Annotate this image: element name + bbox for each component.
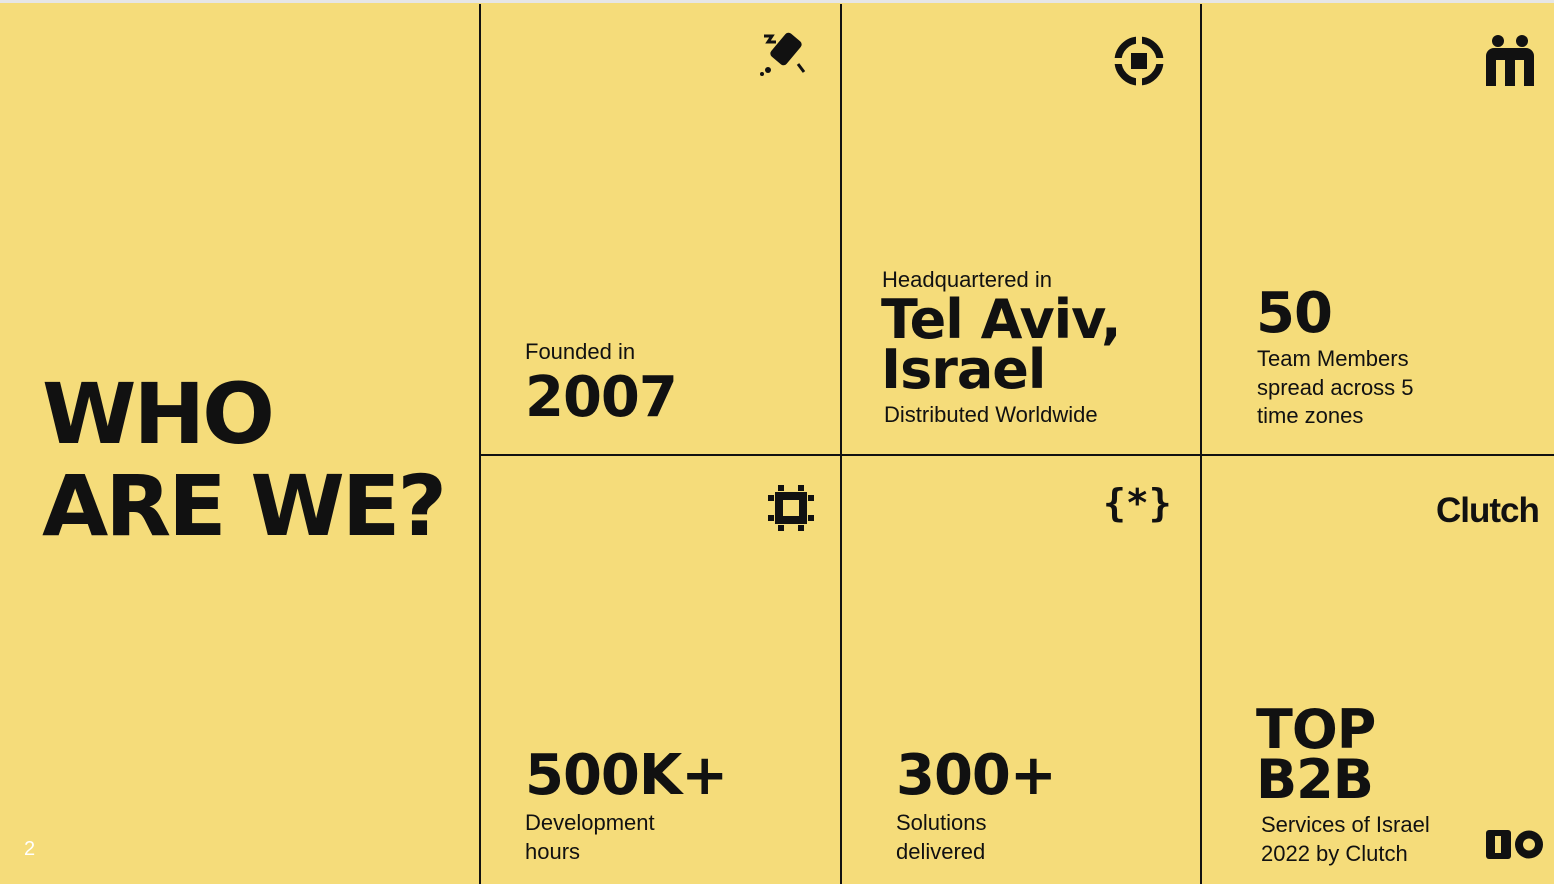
team-desc-1: Team Members <box>1257 346 1409 371</box>
satellite-icon <box>760 32 806 76</box>
team-desc-3: time zones <box>1257 403 1364 428</box>
award-desc-1: Services of Israel <box>1261 812 1430 837</box>
team-icon <box>1486 35 1534 86</box>
hq-sub: Distributed Worldwide <box>884 402 1098 427</box>
award-desc-2: 2022 by Clutch <box>1261 841 1408 866</box>
chip-icon <box>768 485 814 531</box>
title-line-2: ARE WE? <box>42 457 447 555</box>
grid-divider <box>479 454 1554 456</box>
founded-label: Founded in <box>525 339 636 364</box>
solutions-value: 300+ <box>896 743 1057 808</box>
code-braces-icon: {*} <box>1103 484 1171 524</box>
founded-value: 2007 <box>525 365 678 430</box>
hq-country: Israel <box>881 338 1046 401</box>
hours-desc-2: hours <box>525 839 581 864</box>
grid-divider <box>840 4 842 884</box>
io-logo-icon <box>1486 830 1543 859</box>
clutch-logo: Clutch <box>1436 491 1540 530</box>
grid-divider <box>1200 4 1202 884</box>
svg-text:{*}: {*} <box>1103 484 1171 524</box>
grid-divider <box>479 4 481 884</box>
title-line-1: WHO <box>42 365 275 463</box>
page-number: 2 <box>24 838 36 860</box>
target-icon <box>1112 34 1166 88</box>
hours-desc-1: Development <box>525 810 655 835</box>
solutions-desc-1: Solutions <box>896 810 987 835</box>
team-value: 50 <box>1256 281 1333 346</box>
solutions-desc-2: delivered <box>896 839 986 864</box>
award-line-2: B2B <box>1256 748 1374 811</box>
top-border <box>0 0 1554 3</box>
team-desc-2: spread across 5 <box>1257 375 1414 400</box>
hours-value: 500K+ <box>525 743 728 808</box>
slide-title: WHO ARE WE? <box>42 365 447 555</box>
